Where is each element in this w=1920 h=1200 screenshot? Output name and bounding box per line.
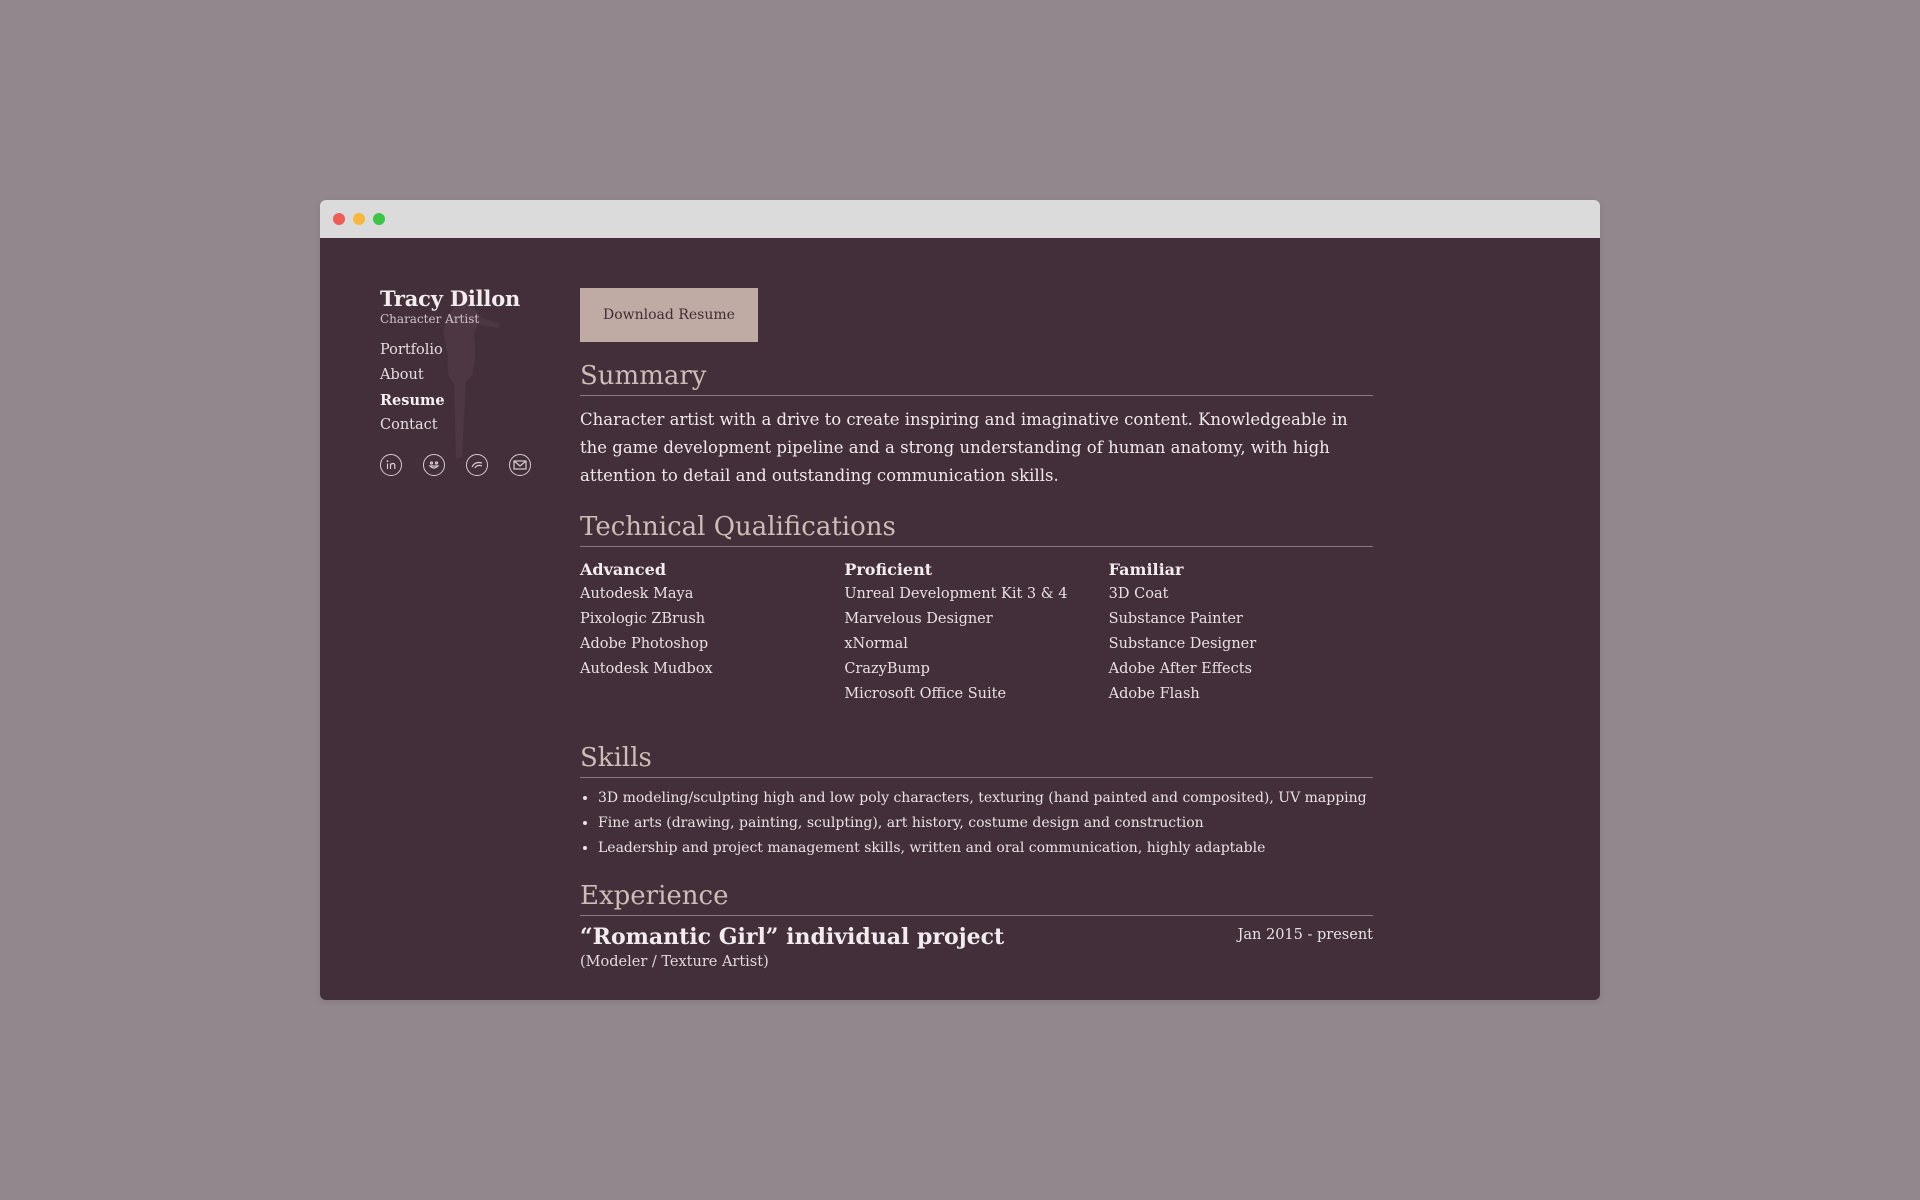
qualifications-column-proficient: Proficient Unreal Development Kit 3 & 4 … [844,557,1108,707]
mail-icon[interactable] [509,454,531,476]
window-titlebar [320,200,1600,238]
qual-heading: Advanced [580,560,667,579]
list-item: 3D modeling/sculpting high and low poly … [598,786,1373,811]
summary-heading: Summary [580,361,1373,396]
skills-heading: Skills [580,743,1373,778]
qual-item: 3D Coat [1108,586,1169,602]
qual-heading: Familiar [1108,560,1184,579]
qualifications-heading: Technical Qualifications [580,512,1373,547]
qual-item: Adobe Photoshop [580,636,709,652]
social-links [380,454,560,476]
qualifications-grid: Advanced Autodesk Maya Pixologic ZBrush … [580,557,1373,707]
qual-item: Substance Painter [1108,611,1243,627]
page-content: Tracy Dillon Character Artist Portfolio … [320,238,1600,1000]
qual-item: CrazyBump [844,661,930,677]
qual-heading: Proficient [844,560,933,579]
nav-link-about[interactable]: About [380,363,560,388]
close-window-button[interactable] [333,213,345,225]
qual-item: Autodesk Maya [580,586,694,602]
qual-item: Autodesk Mudbox [580,661,713,677]
nav-link-contact[interactable]: Contact [380,413,560,438]
experience-title: “Romantic Girl” individual project [580,924,1005,950]
maximize-window-button[interactable] [373,213,385,225]
qual-item: xNormal [844,636,908,652]
qual-item: Substance Designer [1108,636,1257,652]
site-owner-name[interactable]: Tracy Dillon [380,286,560,311]
download-resume-button[interactable]: Download Resume [580,288,758,342]
experience-heading: Experience [580,881,1373,916]
smiley-icon[interactable] [423,454,445,476]
qual-item: Adobe Flash [1108,686,1200,702]
summary-text: Character artist with a drive to create … [580,410,1348,485]
qual-item: Unreal Development Kit 3 & 4 [844,586,1068,602]
qualifications-column-familiar: Familiar 3D Coat Substance Painter Subst… [1109,557,1373,707]
list-item: Fine arts (drawing, painting, sculpting)… [598,811,1373,836]
browser-window: Tracy Dillon Character Artist Portfolio … [320,200,1600,1000]
skills-list: 3D modeling/sculpting high and low poly … [580,786,1373,861]
list-item: Leadership and project management skills… [598,836,1373,861]
nav-link-portfolio[interactable]: Portfolio [380,338,560,363]
site-subtitle: Character Artist [380,312,480,326]
resume-main: Download Resume Summary Character artist… [580,288,1373,970]
qual-item: Microsoft Office Suite [844,686,1007,702]
sidebar: Tracy Dillon Character Artist Portfolio … [380,286,560,476]
experience-role: (Modeler / Texture Artist) [580,954,769,970]
experience-entry: “Romantic Girl” individual project Jan 2… [580,924,1373,950]
qualifications-column-advanced: Advanced Autodesk Maya Pixologic ZBrush … [580,557,844,707]
experience-date: Jan 2015 - present [1237,927,1373,943]
main-nav: Portfolio About Resume Contact [380,338,560,438]
qual-item: Pixologic ZBrush [580,611,706,627]
linkedin-icon[interactable] [380,454,402,476]
artstation-icon[interactable] [466,454,488,476]
nav-link-resume[interactable]: Resume [380,388,560,413]
qual-item: Adobe After Effects [1108,661,1252,677]
qual-item: Marvelous Designer [844,611,993,627]
minimize-window-button[interactable] [353,213,365,225]
